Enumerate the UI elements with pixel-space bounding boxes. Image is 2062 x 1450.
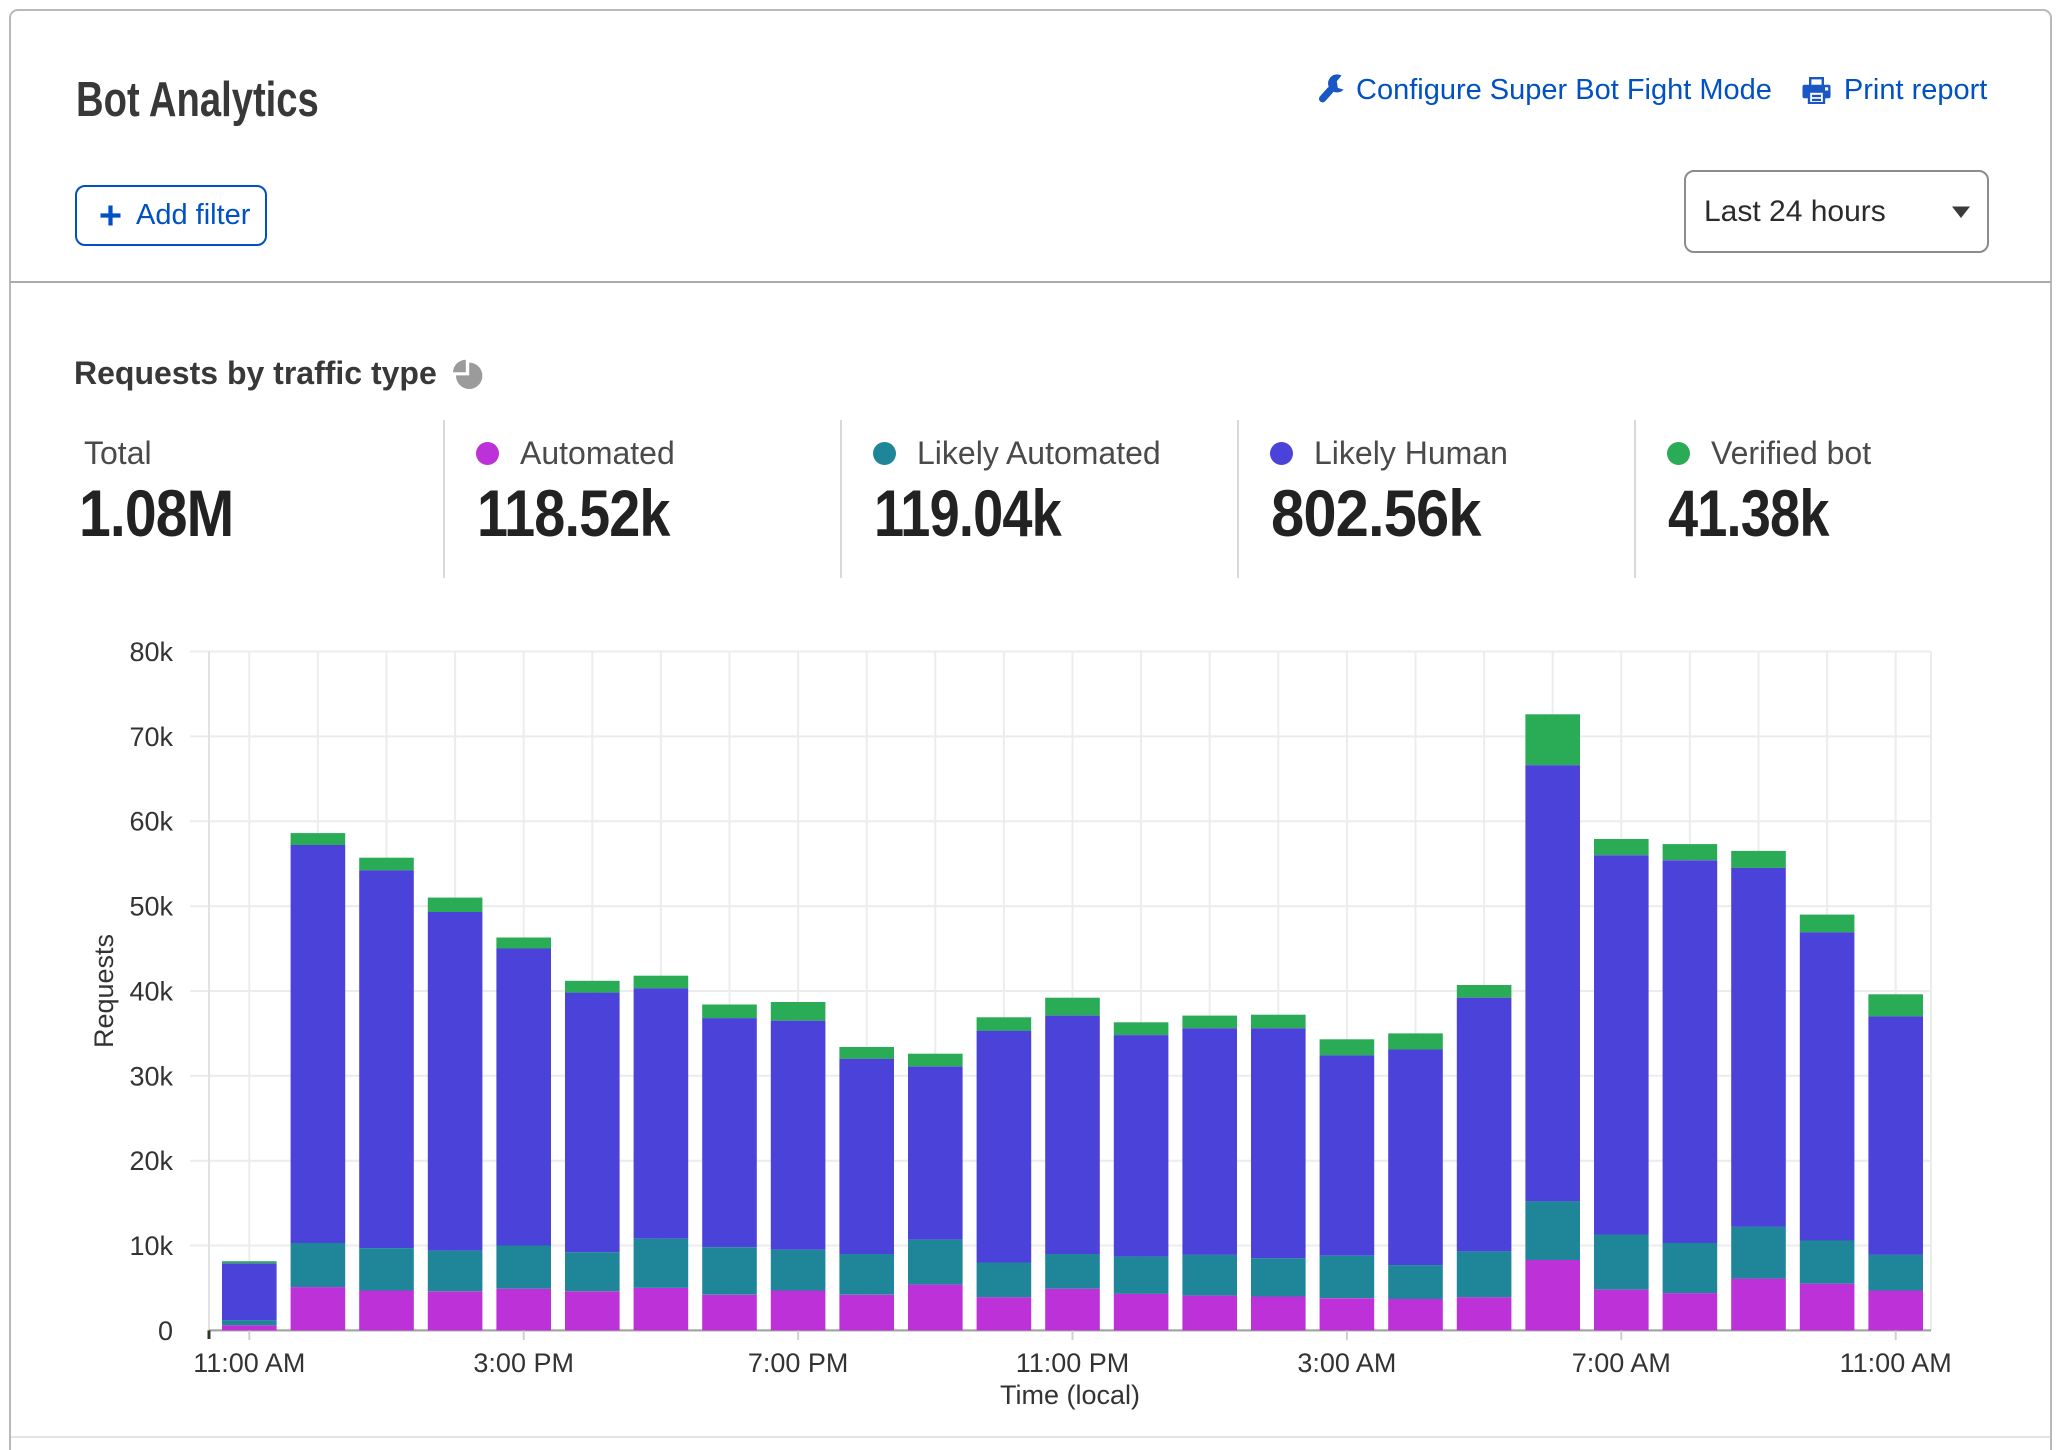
svg-text:50k: 50k: [129, 892, 173, 922]
svg-text:11:00 AM: 11:00 AM: [193, 1348, 305, 1378]
svg-text:11:00 PM: 11:00 PM: [1016, 1348, 1130, 1378]
svg-text:11:00 AM: 11:00 AM: [1840, 1348, 1952, 1378]
svg-text:Time (local): Time (local): [1000, 1380, 1140, 1410]
svg-text:80k: 80k: [129, 637, 173, 667]
svg-text:0: 0: [158, 1316, 173, 1346]
svg-text:Requests: Requests: [89, 934, 119, 1048]
svg-text:10k: 10k: [129, 1231, 173, 1261]
svg-text:40k: 40k: [129, 977, 173, 1007]
svg-text:3:00 PM: 3:00 PM: [473, 1348, 574, 1378]
svg-text:7:00 AM: 7:00 AM: [1572, 1348, 1671, 1378]
svg-text:20k: 20k: [129, 1146, 173, 1176]
svg-text:7:00 PM: 7:00 PM: [748, 1348, 849, 1378]
svg-text:70k: 70k: [129, 722, 173, 752]
svg-text:60k: 60k: [129, 807, 173, 837]
svg-text:3:00 AM: 3:00 AM: [1297, 1348, 1396, 1378]
svg-text:30k: 30k: [129, 1061, 173, 1091]
